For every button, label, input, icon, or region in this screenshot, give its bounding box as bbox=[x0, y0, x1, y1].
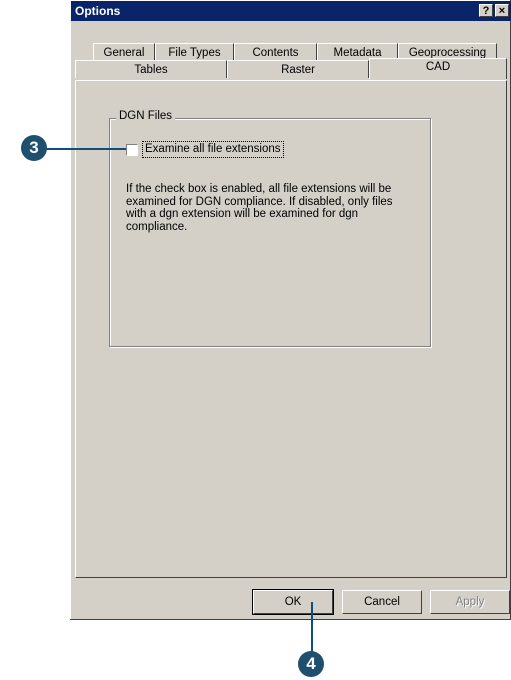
options-dialog: Options ? × General File Types Contents … bbox=[70, 0, 511, 620]
tab-file-types[interactable]: File Types bbox=[155, 43, 234, 61]
callout-3-badge: 3 bbox=[21, 135, 47, 161]
apply-button[interactable]: Apply bbox=[430, 590, 510, 614]
tab-cad[interactable]: CAD bbox=[369, 58, 507, 79]
window-title: Options bbox=[75, 4, 121, 18]
description-text: If the check box is enabled, all file ex… bbox=[126, 183, 393, 233]
callout-4-badge: 4 bbox=[298, 651, 324, 677]
tab-tables[interactable]: Tables bbox=[75, 60, 227, 78]
title-bar[interactable]: Options ? × bbox=[71, 1, 511, 21]
callout-3-line bbox=[44, 148, 126, 150]
close-button[interactable]: × bbox=[495, 4, 509, 17]
cancel-button[interactable]: Cancel bbox=[342, 590, 422, 614]
checkbox-label[interactable]: Examine all file extensions bbox=[142, 141, 284, 158]
tab-raster[interactable]: Raster bbox=[227, 60, 369, 78]
ok-button[interactable]: OK bbox=[252, 589, 334, 615]
help-button[interactable]: ? bbox=[479, 4, 493, 17]
tab-general[interactable]: General bbox=[93, 43, 155, 61]
tab-contents[interactable]: Contents bbox=[234, 43, 317, 61]
examine-extensions-checkbox[interactable] bbox=[126, 144, 138, 156]
group-title: DGN Files bbox=[116, 110, 176, 122]
callout-4-line bbox=[311, 602, 313, 652]
